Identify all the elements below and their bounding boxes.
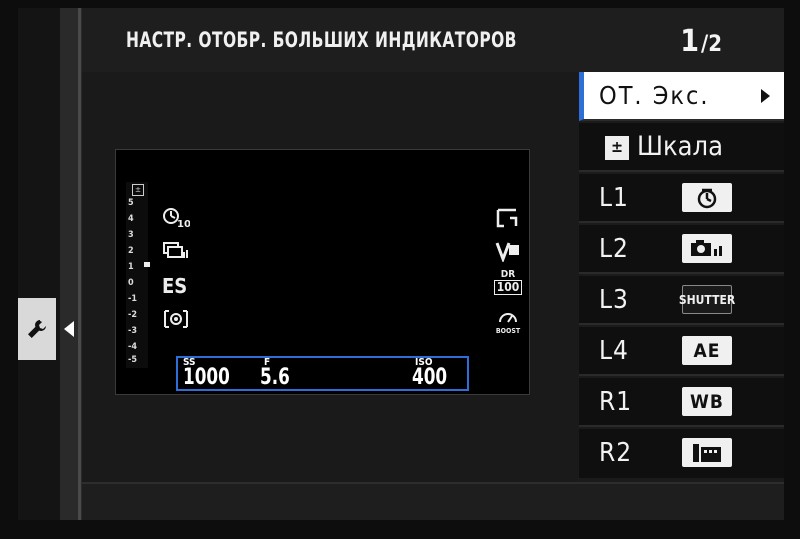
menu-item-label: Шкала [637, 131, 723, 162]
shutter-speed-value: 1000 [183, 365, 230, 390]
continuous-shooting-icon [682, 234, 732, 263]
white-balance-icon [495, 242, 519, 262]
metering-icon [164, 310, 188, 328]
menu-item-l1[interactable]: L1 [579, 174, 784, 223]
boost-label: BOOST [495, 327, 521, 335]
ae-badge: AE [682, 336, 732, 365]
continuous-shooting-icon [163, 242, 188, 258]
menu-item-l2[interactable]: L2 [579, 225, 784, 274]
scale-tick: 2 [128, 246, 134, 256]
scale-tick: 0 [128, 278, 134, 288]
menu-item-l3[interactable]: L3 SHUTTER [579, 276, 784, 325]
scale-tick: -1 [128, 294, 137, 304]
scale-tick: 1 [128, 262, 134, 272]
scale-tick: 5 [128, 198, 134, 208]
exposure-readout-box: SS 1000 F 5.6 ISO 400 [176, 356, 469, 391]
film-icon [682, 438, 732, 467]
camera-menu-screen: НАСТР. ОТОБР. БОЛЬШИХ ИНДИКАТОРОВ 1/2 ± … [18, 8, 784, 520]
self-timer-icon [682, 183, 732, 212]
menu-item-label: L4 [599, 336, 629, 366]
tab-pointer-icon [64, 321, 74, 337]
dr-label: DR [500, 269, 516, 280]
menu-header: НАСТР. ОТОБР. БОЛЬШИХ ИНДИКАТОРОВ 1/2 [82, 8, 784, 72]
scale-tick: -2 [128, 310, 137, 320]
camera-glyph [691, 239, 722, 256]
electronic-shutter-label: ES [162, 274, 188, 298]
tab-setup[interactable] [18, 298, 56, 360]
menu-item-label: R1 [599, 387, 633, 417]
page-indicator: 1/2 [680, 24, 722, 59]
menu-item-label: L3 [599, 285, 629, 315]
page-total: /2 [700, 32, 722, 57]
tab-column [18, 8, 60, 520]
menu-item-label: L2 [599, 234, 629, 264]
wrench-icon [28, 320, 46, 338]
svg-text:10: 10 [177, 219, 190, 228]
timer-glyph [697, 188, 717, 208]
film-simulation-icon [496, 208, 518, 228]
exposure-scale: ± 5 4 3 2 1 0 -1 -2 -3 -4 -5 [126, 182, 150, 368]
boost-icon: BOOST [492, 308, 524, 335]
menu-item-label: ОТ. Экс. [599, 81, 710, 110]
menu-item-r2[interactable]: R2 [579, 429, 784, 478]
scale-tick: 4 [128, 214, 134, 224]
scale-tick: -4 [128, 342, 137, 352]
scale-marker [144, 262, 150, 267]
menu-item-scale[interactable]: ± Шкала [579, 123, 784, 172]
scale-tick: 3 [128, 230, 134, 240]
indicator-menu: ОТ. Экс. ± Шкала L1 L2 L3 SHUTTER L4 AE [579, 72, 784, 482]
menu-item-label: R2 [599, 438, 633, 468]
menu-item-label-wrap: ± Шкала [605, 131, 723, 162]
iso-value: 400 [412, 365, 448, 390]
gauge-icon [499, 313, 517, 323]
menu-item-r1[interactable]: R1 WB [579, 378, 784, 427]
content-area: ± 5 4 3 2 1 0 -1 -2 -3 -4 -5 10 ES DR 10… [82, 72, 578, 482]
scale-tick: -5 [128, 355, 137, 365]
self-timer-10-icon: 10 [163, 208, 190, 228]
wb-badge: WB [682, 387, 732, 416]
aperture-value: 5.6 [260, 365, 290, 390]
shutter-badge: SHUTTER [679, 285, 735, 314]
scale-tick: -3 [128, 326, 137, 336]
page-current: 1 [680, 24, 699, 59]
menu-footer [82, 482, 784, 520]
page-title: НАСТР. ОТОБР. БОЛЬШИХ ИНДИКАТОРОВ [126, 28, 517, 52]
dynamic-range-icon: DR 100 [494, 270, 522, 295]
dr-value: 100 [494, 280, 522, 295]
film-glyph [693, 443, 721, 462]
menu-item-l4[interactable]: L4 AE [579, 327, 784, 376]
menu-item-label: L1 [599, 183, 629, 213]
ev-scale-icon: ± [132, 184, 144, 196]
menu-item-exposure-display[interactable]: ОТ. Экс. [579, 72, 784, 121]
chevron-right-icon [761, 89, 770, 103]
exposure-compensation-icon: ± [605, 135, 629, 160]
divider-line [78, 8, 81, 520]
display-preview: ± 5 4 3 2 1 0 -1 -2 -3 -4 -5 10 ES DR 10… [115, 149, 530, 395]
